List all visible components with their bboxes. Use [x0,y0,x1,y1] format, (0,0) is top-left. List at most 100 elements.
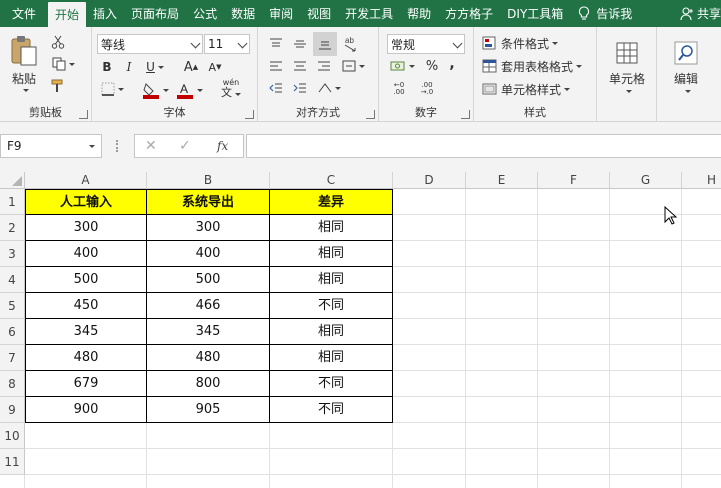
cancel-icon[interactable]: ✕ [145,138,157,154]
tab-formulas[interactable]: 公式 [186,0,224,27]
row-header[interactable]: 4 [0,267,25,293]
table-cell[interactable]: 480 [25,345,147,371]
column-header[interactable]: D [393,172,466,189]
row-header[interactable]: 1 [0,189,25,215]
share-button[interactable]: 共享 [680,0,721,27]
phonetic-button[interactable]: wén 文 [216,78,246,100]
align-center-button[interactable] [290,57,310,75]
font-color-button[interactable]: A [174,80,204,100]
table-cell[interactable]: 905 [147,397,270,423]
column-header[interactable]: G [610,172,682,189]
editing-button[interactable]: 编辑 [663,33,709,99]
column-header[interactable]: E [466,172,538,189]
table-cell[interactable]: 300 [147,215,270,241]
tab-data[interactable]: 数据 [224,0,262,27]
text-direction-button[interactable] [314,79,344,97]
row-header[interactable]: 8 [0,371,25,397]
font-size-combo[interactable]: 11 [204,34,250,54]
table-cell[interactable]: 345 [147,319,270,345]
tab-page-layout[interactable]: 页面布局 [124,0,186,27]
font-launcher[interactable] [245,110,254,119]
copy-button[interactable] [48,55,78,73]
row-header[interactable]: 9 [0,397,25,423]
tab-view[interactable]: 视图 [300,0,338,27]
fill-color-button[interactable] [140,80,170,100]
insert-function-icon[interactable]: fx [217,139,228,153]
table-cell[interactable]: 900 [25,397,147,423]
tell-me-search[interactable]: 告诉我 [592,0,639,27]
tab-home[interactable]: 开始 [48,2,87,27]
column-header[interactable]: A [25,172,147,189]
alignment-launcher[interactable] [366,110,375,119]
tab-review[interactable]: 审阅 [262,0,300,27]
column-header[interactable]: F [538,172,610,189]
font-name-combo[interactable]: 等线 [97,34,203,54]
table-cell[interactable]: 400 [147,241,270,267]
tab-developer[interactable]: 开发工具 [338,0,400,27]
format-painter-button[interactable] [48,77,68,95]
column-header[interactable]: H [682,172,721,189]
table-cell[interactable]: 679 [25,371,147,397]
row-header[interactable]: 7 [0,345,25,371]
row-header[interactable]: 3 [0,241,25,267]
format-as-table-button[interactable]: 套用表格格式 [482,56,594,76]
select-all-corner[interactable] [0,172,25,189]
table-cell[interactable]: 500 [147,267,270,293]
column-header[interactable]: B [147,172,270,189]
decrease-decimal-button[interactable]: .00 →.0 [415,79,439,99]
table-cell[interactable]: 不同 [270,293,393,319]
increase-indent-button[interactable] [290,79,310,97]
tab-fangfang[interactable]: 方方格子 [438,0,500,27]
table-header-cell[interactable]: 差异 [270,189,393,215]
table-cell[interactable]: 500 [25,267,147,293]
align-top-button[interactable] [266,34,286,54]
table-cell[interactable]: 不同 [270,397,393,423]
align-bottom-button[interactable] [313,32,337,56]
align-middle-button[interactable] [290,34,310,54]
number-format-combo[interactable]: 常规 [387,34,465,54]
tab-insert[interactable]: 插入 [86,0,124,27]
row-header[interactable]: 6 [0,319,25,345]
clipboard-launcher[interactable] [79,110,88,119]
cell-styles-button[interactable]: 单元格样式 [482,79,592,99]
table-cell[interactable]: 不同 [270,371,393,397]
conditional-formatting-button[interactable]: 条件格式 [482,33,592,53]
table-cell[interactable]: 相同 [270,267,393,293]
decrease-font-button[interactable]: A ▼ [206,58,224,76]
name-box[interactable]: F9 [0,134,102,158]
table-cell[interactable]: 相同 [270,215,393,241]
tab-diy-toolbox[interactable]: DIY工具箱 [500,0,570,27]
underline-button[interactable]: U [142,58,168,76]
table-cell[interactable]: 400 [25,241,147,267]
row-header[interactable]: 11 [0,449,25,475]
worksheet-grid[interactable]: A B C D E F G H 1 2 3 4 5 6 7 8 9 10 11 人工输入 系统导出 差异 300 300 相同 4… [0,172,721,488]
table-cell[interactable]: 相同 [270,345,393,371]
cells-button[interactable]: 单元格 [603,33,651,99]
bold-button[interactable]: B [98,58,116,76]
align-right-button[interactable] [314,57,334,75]
percent-button[interactable]: % [423,57,441,75]
wrap-merge-button[interactable] [338,57,368,75]
table-cell[interactable]: 相同 [270,319,393,345]
increase-font-button[interactable]: A ▲ [182,58,200,76]
tab-file[interactable]: 文件 [0,0,48,27]
table-cell[interactable]: 466 [147,293,270,319]
row-header[interactable]: 5 [0,293,25,319]
increase-decimal-button[interactable]: ←0.00 [387,79,411,99]
table-cell[interactable]: 450 [25,293,147,319]
row-header[interactable]: 2 [0,215,25,241]
align-left-button[interactable] [266,57,286,75]
table-cell[interactable]: 345 [25,319,147,345]
check-icon[interactable]: ✓ [179,138,191,154]
orientation-button[interactable]: ab [340,33,362,55]
table-cell[interactable]: 480 [147,345,270,371]
table-header-cell[interactable]: 人工输入 [25,189,147,215]
table-cell[interactable]: 300 [25,215,147,241]
cut-button[interactable] [48,33,68,51]
table-cell[interactable]: 相同 [270,241,393,267]
borders-button[interactable] [98,80,126,98]
italic-button[interactable]: I [120,58,138,76]
number-launcher[interactable] [461,110,470,119]
comma-style-button[interactable]: , [445,55,459,73]
table-cell[interactable]: 800 [147,371,270,397]
